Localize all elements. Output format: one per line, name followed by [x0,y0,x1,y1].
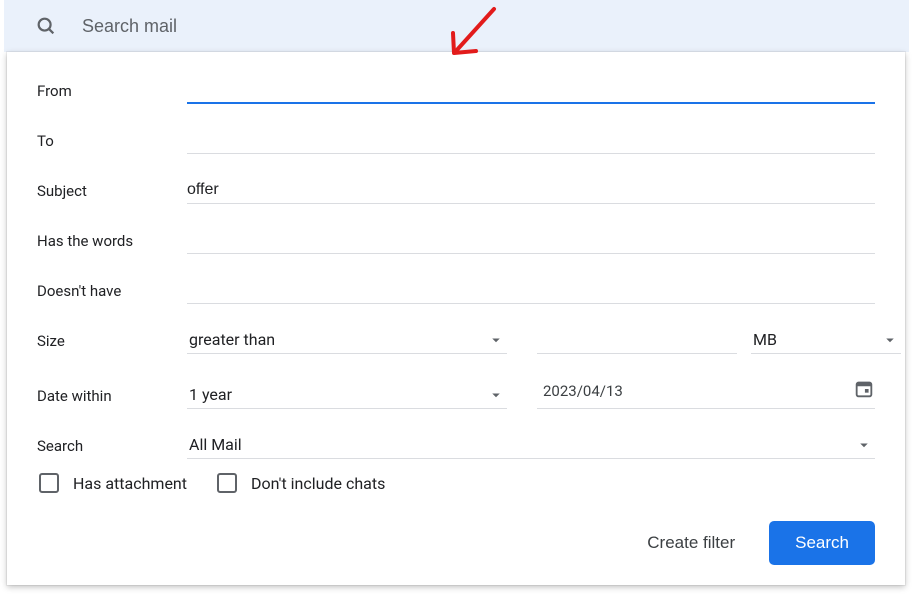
size-label: Size [37,332,187,354]
date-label: Date within [37,387,187,409]
search-scope-label: Search [37,437,187,459]
exclude-chats-checkbox[interactable] [217,473,237,493]
exclude-chats-label: Don't include chats [251,474,385,493]
chevron-down-icon [487,331,505,349]
has-attachment-label: Has attachment [73,474,187,493]
size-unit-select[interactable]: MB [751,328,901,354]
search-input[interactable] [80,15,480,38]
nothave-label: Doesn't have [37,282,187,304]
chevron-down-icon [855,436,873,454]
size-value-input[interactable] [537,329,737,354]
search-scope-select[interactable]: All Mail [187,433,875,459]
to-input[interactable] [187,129,875,154]
chevron-down-icon [881,331,899,349]
search-scope-value: All Mail [189,435,242,454]
from-input[interactable] [187,78,875,104]
subject-input[interactable] [187,179,875,204]
date-range-value: 1 year [189,385,232,404]
to-label: To [37,132,187,154]
date-value: 2023/04/13 [543,382,623,400]
size-operator-select[interactable]: greater than [187,328,507,354]
nothave-input[interactable] [187,279,875,304]
from-label: From [37,82,187,104]
haswords-label: Has the words [37,232,187,254]
create-filter-button[interactable]: Create filter [643,525,739,561]
search-bar[interactable] [4,0,909,52]
search-icon [34,14,58,38]
background-list-edge [905,60,913,560]
has-attachment-checkbox[interactable] [39,473,59,493]
calendar-icon [853,378,875,404]
date-range-select[interactable]: 1 year [187,383,507,409]
haswords-input[interactable] [187,229,875,254]
subject-label: Subject [37,182,187,204]
size-operator-value: greater than [189,330,275,349]
search-button[interactable]: Search [769,521,875,565]
chevron-down-icon [487,386,505,404]
advanced-search-panel: From To Subject Has the words Doesn't ha… [7,52,905,585]
date-picker[interactable]: 2023/04/13 [537,376,875,409]
size-unit-value: MB [753,330,777,349]
